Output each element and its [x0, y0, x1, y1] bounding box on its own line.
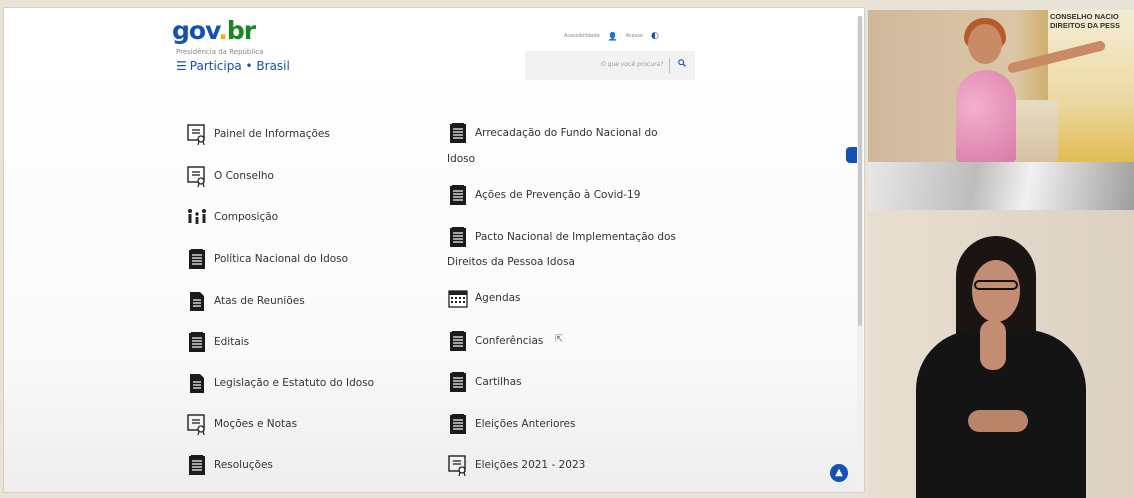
menu-item-composicao[interactable]: Composição [186, 206, 278, 228]
menu-item-atas[interactable]: Atas de Reuniões [186, 290, 305, 312]
menu-item-conferencias[interactable]: Conferências [447, 330, 543, 352]
scrollbar[interactable] [857, 16, 863, 492]
scrollbar-thumb[interactable] [858, 16, 862, 326]
document-icon [190, 292, 204, 311]
menu-item-arrecadacao[interactable]: Arrecadação do Fundo Nacional do [447, 122, 658, 144]
certificate-icon [187, 124, 205, 145]
calendar-icon [448, 290, 468, 308]
menu-item-label: Editais [214, 336, 250, 348]
speaker-body [956, 70, 1016, 162]
menu-item-label: Moções e Notas [214, 418, 298, 430]
mouse-cursor-icon: ⇱ [555, 334, 564, 345]
certificate-icon [187, 414, 205, 435]
back-to-top-button[interactable]: ▲ [830, 464, 848, 482]
speaker-head [968, 24, 1002, 64]
site-title[interactable]: ☰ Participa • Brasil [176, 59, 290, 73]
accessibility-link[interactable]: Acessibilidade [564, 33, 600, 39]
govbr-logo[interactable]: gov.br [172, 16, 256, 45]
menu-item-label: Ações de Prevenção à Covid-19 [475, 189, 641, 201]
notepad-icon [450, 123, 466, 143]
notepad-icon [450, 185, 466, 205]
menu-item-agendas[interactable]: Agendas [447, 287, 521, 309]
search-separator [669, 58, 670, 73]
notepad-icon [450, 331, 466, 351]
search-icon[interactable] [678, 59, 686, 67]
menu-item-pacto-line2[interactable]: Direitos da Pessoa Idosa [447, 256, 575, 268]
menu-item-label: Painel de Informações [214, 128, 330, 140]
header: gov.br Presidência da República ☰ Partici… [4, 8, 864, 82]
access-link[interactable]: Acesso [626, 33, 643, 39]
menu-item-eleicoes-anteriores[interactable]: Eleições Anteriores [447, 413, 575, 435]
speaker-video: CONSELHO NACIO DIREITOS DA PESS [868, 10, 1134, 162]
menu-item-label: O Conselho [214, 170, 274, 182]
notepad-icon [189, 332, 205, 352]
banner-text: CONSELHO NACIO DIREITOS DA PESS [1050, 12, 1121, 30]
menu-item-pacto[interactable]: Pacto Nacional de Implementação dos [447, 226, 676, 248]
document-icon [190, 374, 204, 393]
people-icon [188, 209, 206, 224]
menu-item-painel[interactable]: Painel de Informações [186, 123, 330, 145]
notepad-icon [189, 249, 205, 269]
site-title-label: Participa • Brasil [189, 59, 290, 73]
notepad-icon [450, 414, 466, 434]
certificate-icon [448, 455, 466, 476]
menu-item-label: Idoso [447, 153, 476, 165]
org-name: Presidência da República [176, 48, 264, 56]
menu-item-politica[interactable]: Política Nacional do Idoso [186, 248, 348, 270]
menu-item-resolucoes[interactable]: Resoluções [186, 454, 273, 476]
menu-item-label: Política Nacional do Idoso [214, 253, 349, 265]
menu-item-label: Eleições 2021 - 2023 [475, 459, 586, 471]
search-input[interactable]: O que você procura? [601, 61, 663, 68]
web-page: gov.br Presidência da República ☰ Partici… [4, 8, 864, 492]
menu-item-label: Atas de Reuniões [214, 295, 305, 307]
interpreter-hand [980, 320, 1006, 370]
menu-item-label: Direitos da Pessoa Idosa [447, 256, 575, 268]
menu-item-label: Eleições Anteriores [475, 418, 576, 430]
menu-item-arrecadacao-line2[interactable]: Idoso [447, 153, 475, 165]
menu-item-eleicoes-2021[interactable]: Eleições 2021 - 2023 [447, 454, 585, 476]
menu-item-label: Cartilhas [475, 376, 522, 388]
event-banner: CONSELHO NACIO DIREITOS DA PESS [1048, 10, 1134, 162]
menu-item-label: Legislação e Estatuto do Idoso [214, 377, 375, 389]
contrast-icon[interactable]: ◐ [651, 31, 659, 41]
menu-item-label: Arrecadação do Fundo Nacional do [475, 127, 658, 139]
menu-item-label: Pacto Nacional de Implementação dos [475, 231, 676, 243]
menu-item-label: Resoluções [214, 459, 273, 471]
menu-item-covid[interactable]: Ações de Prevenção à Covid-19 [447, 184, 640, 206]
certificate-icon [187, 166, 205, 187]
notepad-icon [450, 372, 466, 392]
menu-item-legislacao[interactable]: Legislação e Estatuto do Idoso [186, 372, 374, 394]
menu-icon[interactable]: ☰ [176, 59, 187, 73]
interpreter-hands [968, 410, 1028, 432]
menu-item-editais[interactable]: Editais [186, 331, 249, 353]
menu-item-conselho[interactable]: O Conselho [186, 165, 274, 187]
menu-item-cartilhas[interactable]: Cartilhas [447, 371, 522, 393]
glasses-icon [974, 280, 1018, 290]
interpreter-face [972, 260, 1020, 322]
interpreter-video [868, 210, 1134, 498]
notepad-icon [450, 227, 466, 247]
menu-item-mocoes[interactable]: Moções e Notas [186, 413, 297, 435]
notepad-icon [189, 455, 205, 475]
menu-item-label: Agendas [475, 292, 521, 304]
video-divider [868, 162, 1134, 210]
user-icon: 👤 [607, 31, 618, 41]
menu-item-label: Composição [214, 211, 279, 223]
top-links: Acessibilidade 👤 Acesso ◐ [564, 31, 659, 41]
search-box[interactable]: O que você procura? [525, 51, 695, 80]
menu-item-label: Conferências [475, 335, 544, 347]
